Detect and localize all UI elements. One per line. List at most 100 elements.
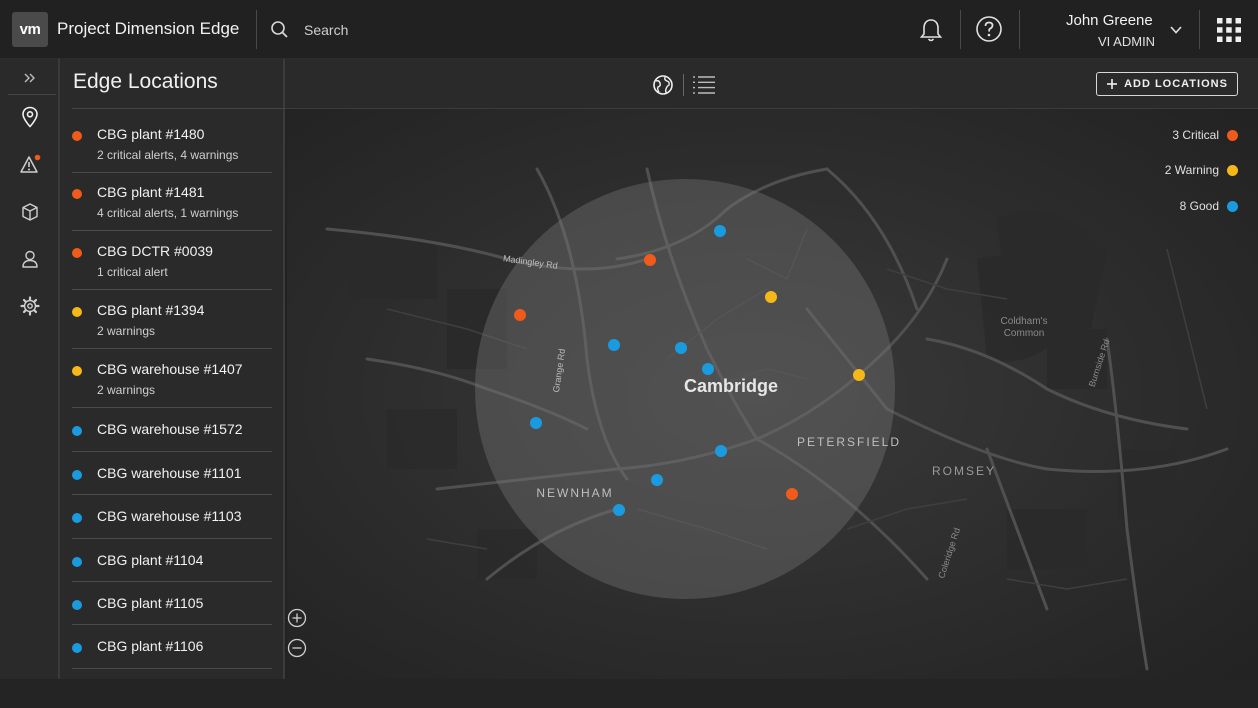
map-label-petersfield: PETERSFIELD [797, 435, 901, 449]
location-list-item[interactable]: CBG plant #1105 [72, 582, 272, 625]
chevron-down-icon[interactable] [1169, 23, 1183, 37]
map-label-newnham: NEWNHAM [536, 486, 613, 500]
status-dot-icon [72, 307, 82, 317]
nav-settings[interactable] [18, 294, 42, 318]
header-divider [960, 10, 961, 49]
status-dot-icon [72, 248, 82, 258]
location-name: CBG warehouse #1103 [97, 508, 242, 524]
map-label-coldhams: Coldham's [1001, 316, 1048, 327]
legend-label: 8 Good [1179, 199, 1219, 213]
zoom-out-icon[interactable] [287, 638, 307, 658]
status-dot-icon [72, 470, 82, 480]
location-list-item[interactable]: CBG plant #1480 2 critical alerts, 4 warn… [72, 114, 272, 173]
location-name: CBG plant #1105 [97, 595, 204, 611]
legend-good: 8 Good [1180, 199, 1238, 213]
status-dot-icon [72, 643, 82, 653]
legend-critical: 3 Critical [1172, 128, 1238, 142]
locations-panel: Edge Locations CBG plant #1480 2 critical… [60, 59, 285, 679]
map-marker-good[interactable] [715, 445, 727, 457]
location-list-item[interactable]: CBG plant #1106 [72, 625, 272, 669]
location-name: CBG plant #1106 [97, 638, 204, 654]
bell-icon[interactable] [917, 16, 945, 44]
nav-alerts[interactable] [18, 153, 42, 177]
location-alert-summary: 2 warnings [97, 324, 156, 338]
location-name: CBG warehouse #1572 [97, 421, 243, 437]
panel-divider [72, 108, 285, 109]
nav-inventory[interactable] [18, 200, 42, 224]
status-dot-icon [72, 557, 82, 567]
location-name: CBG plant #1104 [97, 552, 204, 568]
map-label-romsey: ROMSEY [932, 464, 996, 478]
nav-locations[interactable] [18, 105, 42, 129]
legend-warning: 2 Warning [1165, 163, 1238, 177]
map-marker-good[interactable] [608, 339, 620, 351]
map-marker-good[interactable] [675, 342, 687, 354]
panel-title: Edge Locations [73, 70, 218, 93]
header-divider [1199, 10, 1200, 49]
map-marker-critical[interactable] [644, 254, 656, 266]
location-list-item[interactable]: CBG plant #1104 [72, 539, 272, 582]
nav-users[interactable] [18, 247, 42, 271]
location-alert-summary: 2 critical alerts, 4 warnings [97, 148, 239, 162]
status-dot-icon [72, 600, 82, 610]
zoom-in-icon[interactable] [287, 608, 307, 628]
map-marker-good[interactable] [702, 363, 714, 375]
warning-dot-icon [1227, 164, 1238, 176]
location-alert-summary: 4 critical alerts, 1 warnings [97, 206, 239, 220]
user-name[interactable]: John Greene [1066, 12, 1153, 29]
location-name: CBG warehouse #1101 [97, 465, 242, 481]
map-canvas[interactable]: Cambridge PETERSFIELD ROMSEY NEWNHAM Mad… [287, 109, 1258, 679]
location-name: CBG plant #1480 [97, 126, 205, 142]
status-dot-icon [72, 131, 82, 141]
alert-icon [20, 154, 41, 173]
gear-icon [20, 296, 40, 316]
status-dot-icon [72, 366, 82, 376]
map-marker-warning[interactable] [853, 369, 865, 381]
plus-icon [1107, 79, 1118, 89]
map-marker-good[interactable] [613, 504, 625, 516]
status-dot-icon [72, 426, 82, 436]
footer-bar [0, 679, 1258, 708]
apps-grid-icon[interactable] [1216, 17, 1242, 43]
location-list-item[interactable]: CBG warehouse #1101 [72, 452, 272, 495]
map-marker-good[interactable] [530, 417, 542, 429]
add-locations-label: ADD LOCATIONS [1124, 78, 1228, 90]
search-bar[interactable] [270, 18, 602, 42]
search-input[interactable] [302, 21, 602, 39]
add-locations-button[interactable]: ADD LOCATIONS [1096, 72, 1238, 96]
map-marker-good[interactable] [651, 474, 663, 486]
location-alert-summary: 2 warnings [97, 383, 156, 397]
location-list-item[interactable]: CBG plant #1394 2 warnings [72, 290, 272, 349]
map-label-city: Cambridge [684, 376, 778, 396]
location-name: CBG plant #1481 [97, 184, 205, 200]
expand-nav-button[interactable] [18, 66, 42, 90]
rail-divider [8, 94, 56, 95]
good-dot-icon [1227, 200, 1238, 212]
help-icon[interactable] [975, 15, 1003, 43]
location-list-item[interactable]: CBG DCTR #0039 1 critical alert [72, 231, 272, 290]
location-list-item[interactable]: CBG warehouse #1407 2 warnings [72, 349, 272, 408]
vmware-logo[interactable]: vm [12, 12, 48, 47]
map-marker-critical[interactable] [786, 488, 798, 500]
header-divider [1019, 10, 1020, 49]
app-title: Project Dimension Edge [57, 19, 240, 38]
map-marker-good[interactable] [714, 225, 726, 237]
user-role: VI ADMIN [1098, 34, 1156, 49]
map-marker-critical[interactable] [514, 309, 526, 321]
location-alert-summary: 1 critical alert [97, 265, 168, 279]
location-list-item[interactable]: CBG warehouse #1103 [72, 495, 272, 539]
box-icon [22, 203, 38, 221]
location-list-item[interactable]: CBG warehouse #1572 [72, 408, 272, 452]
list-view-icon[interactable] [692, 75, 716, 95]
status-dot-icon [72, 513, 82, 523]
location-list-item[interactable]: CBG plant #1481 4 critical alerts, 1 warn… [72, 172, 272, 231]
location-name: CBG plant #1394 [97, 302, 205, 318]
status-dot-icon [72, 189, 82, 199]
search-icon [271, 21, 288, 38]
user-icon [22, 250, 38, 268]
header-divider [256, 10, 257, 49]
top-header: vm Project Dimension Edge John Greene VI… [0, 0, 1258, 59]
map-marker-warning[interactable] [765, 291, 777, 303]
map-view[interactable]: Cambridge PETERSFIELD ROMSEY NEWNHAM Mad… [287, 109, 1258, 679]
globe-view-icon[interactable] [652, 74, 674, 96]
